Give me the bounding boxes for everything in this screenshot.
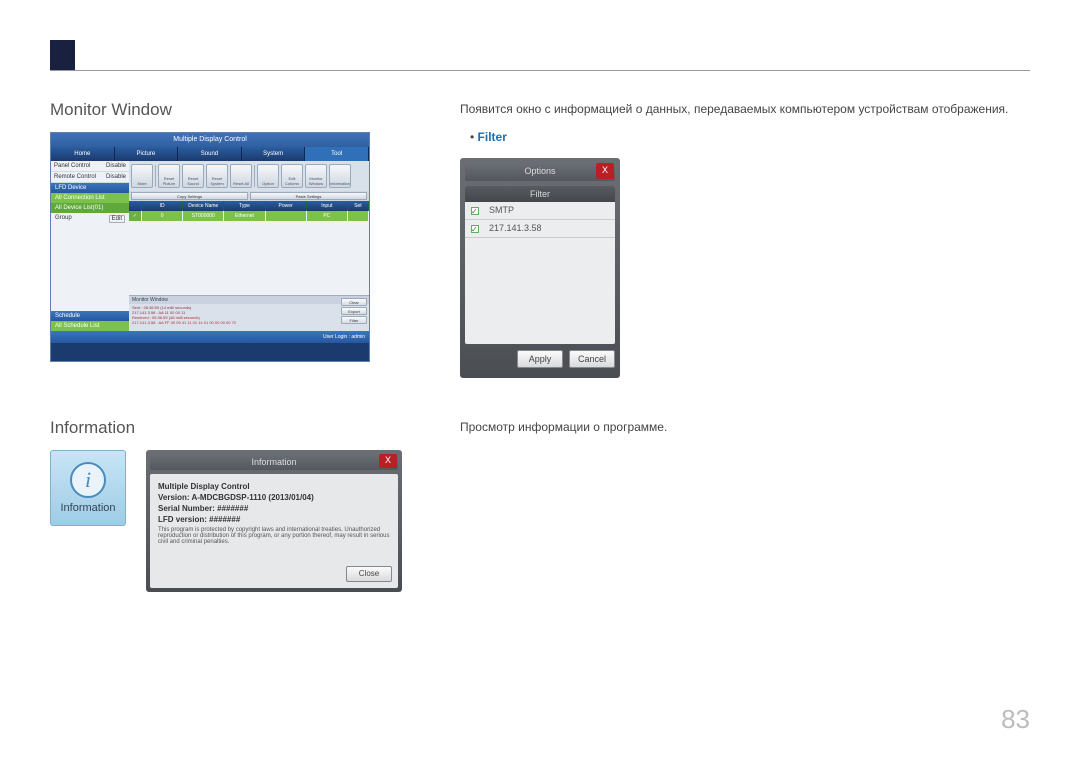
monitor-recv2: 217.141.3.58 : AA FF 00 09 41 11 01 14 0…: [132, 320, 366, 325]
row-id: 0: [142, 211, 183, 221]
close-button[interactable]: Close: [346, 566, 392, 582]
tb-more[interactable]: More: [131, 164, 153, 188]
header-rule: [50, 70, 1030, 71]
section2-desc: Просмотр информации о программе.: [460, 418, 1030, 436]
tb-option[interactable]: Option: [257, 164, 279, 188]
info-dialog-title: Information: [251, 457, 296, 467]
page-number: 83: [1001, 704, 1030, 735]
remote-control-value: Disable: [106, 174, 126, 180]
tb-reset-all[interactable]: Reset All: [230, 164, 252, 188]
app-main: More Reset Picture Reset Sound Reset Sys…: [129, 161, 369, 331]
group-label: Group: [55, 215, 72, 223]
app-tabs: Home Picture Sound System Tool: [51, 147, 369, 161]
row-type: Ethernet: [224, 211, 265, 221]
row-chk[interactable]: ✓: [129, 211, 142, 221]
close-icon[interactable]: X: [379, 454, 397, 468]
info-icon-label: Information: [60, 502, 115, 514]
row-device: ST000000: [183, 211, 224, 221]
app-sidebar: Panel Control Disable Remote Control Disab…: [51, 161, 129, 331]
col-id: ID: [142, 201, 183, 211]
cancel-button[interactable]: Cancel: [569, 350, 615, 368]
mon-clear-button[interactable]: Clear: [341, 298, 367, 306]
info-lfd: LFD version: #######: [158, 515, 240, 524]
remote-control-label: Remote Control: [54, 174, 96, 180]
app-toolbar: More Reset Picture Reset Sound Reset Sys…: [129, 161, 369, 191]
tab-system[interactable]: System: [242, 147, 306, 161]
paste-settings-button[interactable]: Paste Settings: [250, 192, 367, 200]
information-icon-tile[interactable]: i Information: [50, 450, 126, 526]
tb-reset-picture[interactable]: Reset Picture: [158, 164, 180, 188]
tb-reset-sound[interactable]: Reset Sound: [182, 164, 204, 188]
col-input: Input: [307, 201, 348, 211]
filter-header: Filter: [465, 186, 615, 202]
mon-export-button[interactable]: Export: [341, 307, 367, 315]
panel-control-label: Panel Control: [54, 163, 90, 169]
row-input: PC: [307, 211, 348, 221]
filter-row-smtp[interactable]: SMTP: [465, 202, 615, 220]
all-connection-list[interactable]: All Connection List: [51, 193, 129, 203]
checkbox-icon[interactable]: [471, 207, 479, 215]
copy-settings-button[interactable]: Copy Settings: [131, 192, 248, 200]
panel-control-value: Disable: [106, 163, 126, 169]
monitor-panel-header: Monitor Window: [129, 296, 369, 304]
tab-tool[interactable]: Tool: [305, 147, 369, 161]
monitor-window-screenshot: Multiple Display Control Home Picture So…: [50, 132, 370, 362]
col-set: Set: [348, 201, 369, 211]
tb-reset-system[interactable]: Reset System: [206, 164, 228, 188]
info-serial: Serial Number: #######: [158, 504, 248, 513]
checkbox-icon[interactable]: [471, 225, 479, 233]
options-title: Options: [524, 165, 555, 179]
col-chk: [129, 201, 142, 211]
app-titlebar: Multiple Display Control: [51, 133, 369, 147]
all-schedule-list[interactable]: All Schedule List: [51, 321, 129, 331]
tb-edit-column[interactable]: Edit Column: [281, 164, 303, 188]
tb-monitor-window[interactable]: Monitor Window: [305, 164, 327, 188]
info-product: Multiple Display Control: [158, 482, 250, 491]
options-titlebar: Options X: [465, 163, 615, 181]
grid-row[interactable]: ✓ 0 ST000000 Ethernet PC: [129, 211, 369, 221]
row-set: [348, 211, 369, 221]
col-power: Power: [266, 201, 307, 211]
tab-picture[interactable]: Picture: [115, 147, 179, 161]
filter-row-ip[interactable]: 217.141.3.58: [465, 220, 615, 238]
row-power: [266, 211, 307, 221]
header-accent: [50, 40, 75, 70]
schedule-header: Schedule: [51, 311, 129, 321]
mon-filter-button[interactable]: Filter: [341, 316, 367, 324]
lfd-device-header: LFD Device: [51, 183, 129, 193]
grid-empty: [129, 221, 369, 295]
filter-bullet: Filter: [478, 130, 507, 144]
tab-home[interactable]: Home: [51, 147, 115, 161]
section2-title: Information: [50, 418, 430, 438]
tb-information[interactable]: Information: [329, 164, 351, 188]
info-icon: i: [70, 462, 106, 498]
info-legal: This program is protected by copyright l…: [158, 527, 390, 545]
filter-ip-label: 217.141.3.58: [489, 222, 542, 236]
col-type: Type: [224, 201, 265, 211]
info-version: Version: A-MDCBGDSP-1110 (2013/01/04): [158, 493, 314, 502]
section1-desc: Появится окно с информацией о данных, пе…: [460, 100, 1030, 118]
edit-button[interactable]: Edit: [109, 215, 125, 223]
section1-title: Monitor Window: [50, 100, 430, 120]
filter-smtp-label: SMTP: [489, 204, 514, 218]
grid-header: ID Device Name Type Power Input Set: [129, 201, 369, 211]
close-icon[interactable]: X: [596, 163, 614, 179]
information-dialog: Information X Multiple Display Control V…: [146, 450, 402, 592]
app-statusbar: User Login : admin: [51, 331, 369, 343]
info-dialog-titlebar: Information X: [150, 454, 398, 470]
col-device: Device Name: [183, 201, 224, 211]
tab-sound[interactable]: Sound: [178, 147, 242, 161]
options-dialog: Options X Filter SMTP 217.141.3.58 Apply…: [460, 158, 620, 378]
monitor-panel: Monitor Window Sent : 05:36:59 (14 milli…: [129, 295, 369, 331]
all-device-list[interactable]: All Device List(01): [51, 203, 129, 213]
apply-button[interactable]: Apply: [517, 350, 563, 368]
